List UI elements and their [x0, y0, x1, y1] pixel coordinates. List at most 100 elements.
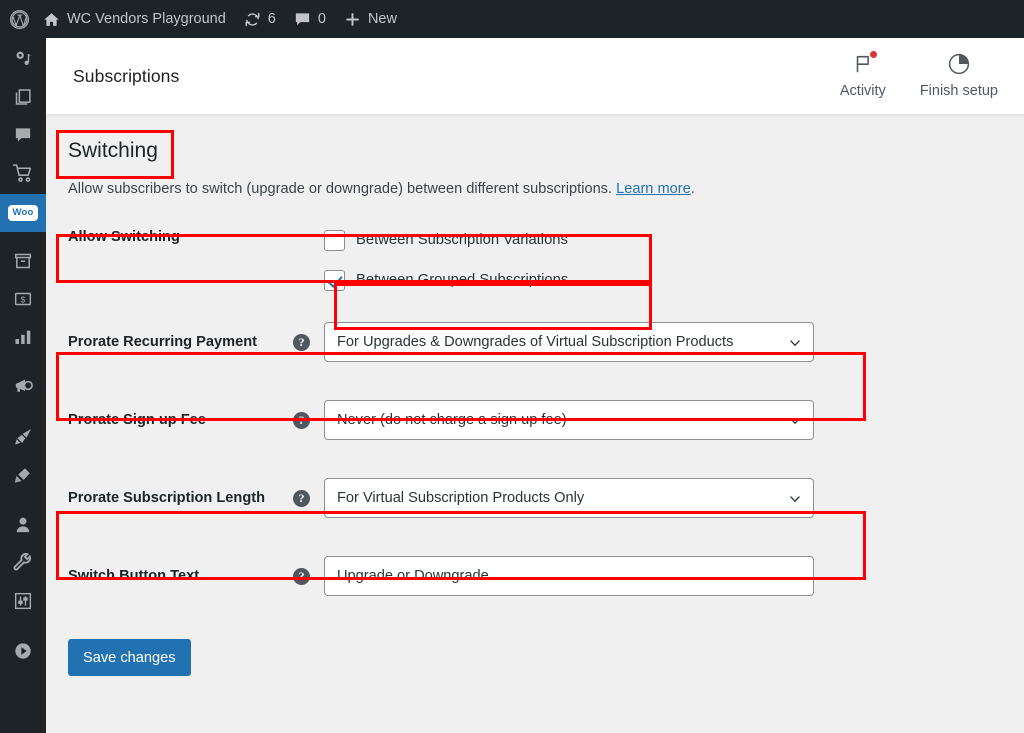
tools-wrench-icon — [13, 552, 33, 578]
help-tip-icon[interactable]: ? — [293, 489, 310, 507]
select-value-prorate-subscription-length: For Virtual Subscription Products Only — [337, 490, 585, 507]
section-description-suffix: . — [690, 181, 695, 198]
sidebar-item-settings[interactable] — [0, 584, 46, 622]
header-actions: Activity Finish setup — [839, 50, 998, 101]
sidebar-item-appearance[interactable] — [0, 420, 46, 458]
select-value-prorate-sign-up-fee: Never (do not charge a sign up fee) — [337, 412, 567, 429]
payments-icon: $ — [13, 289, 33, 314]
save-changes-button[interactable]: Save changes — [68, 639, 191, 677]
wp-admin-bar: WC Vendors Playground 6 0 New — [0, 0, 1024, 38]
field-switch-button-text — [324, 537, 814, 615]
page-title: Subscriptions — [73, 65, 180, 86]
finish-setup-label: Finish setup — [919, 82, 998, 99]
switch-button-text-label: Switch Button Text — [68, 568, 200, 585]
sidebar-separator — [0, 408, 46, 420]
checkbox-between-subscription-variations[interactable] — [324, 229, 345, 251]
label-allow-switching: Allow Switching — [68, 215, 324, 303]
section-description: Allow subscribers to switch (upgrade or … — [68, 179, 1024, 201]
help-tip-icon[interactable]: ? — [293, 333, 310, 351]
appearance-brush-icon — [13, 426, 34, 452]
flag-icon — [852, 50, 877, 76]
finish-setup-button[interactable]: Finish setup — [920, 52, 998, 99]
prorate-sign-up-fee-label: Prorate Sign up Fee — [68, 412, 206, 429]
wp-admin-sidebar: Woo $ — [0, 38, 54, 733]
comments-count: 0 — [317, 11, 326, 27]
row-allow-switching: Allow Switching Between Subscription Var… — [68, 215, 814, 303]
row-prorate-subscription-length: Prorate Subscription Length ? For Virtua… — [68, 459, 814, 537]
select-value-prorate-recurring-payment: For Upgrades & Downgrades of Virtual Sub… — [337, 334, 734, 351]
sidebar-item-analytics[interactable] — [0, 320, 46, 358]
sidebar-item-media[interactable] — [0, 42, 46, 80]
switch-button-text-input[interactable] — [324, 556, 814, 597]
wordpress-logo-icon — [9, 9, 30, 30]
comments-icon — [13, 125, 33, 150]
sidebar-separator — [0, 496, 46, 508]
select-prorate-recurring-payment[interactable]: For Upgrades & Downgrades of Virtual Sub… — [324, 322, 814, 363]
sidebar-separator — [0, 232, 46, 244]
new-content-menu[interactable]: New — [335, 0, 406, 38]
sidebar-item-comments[interactable] — [0, 118, 46, 156]
sidebar-item-woocommerce[interactable] — [0, 156, 46, 194]
field-prorate-sign-up-fee: Never (do not charge a sign up fee) — [324, 381, 814, 459]
home-icon — [43, 11, 60, 28]
products-box-icon — [13, 251, 33, 276]
wordpress-logo-button[interactable] — [0, 0, 34, 38]
sidebar-collapse-button[interactable] — [0, 634, 46, 672]
sidebar-item-tools[interactable] — [0, 546, 46, 584]
prorate-recurring-payment-label: Prorate Recurring Payment — [68, 334, 257, 351]
save-changes-wrapper: Save changes — [68, 639, 1024, 677]
select-prorate-subscription-length[interactable]: For Virtual Subscription Products Only — [324, 478, 814, 519]
sidebar-item-woo[interactable]: Woo — [0, 194, 54, 232]
checkbox-row-grouped-subscriptions[interactable]: Between Grouped Subscriptions — [324, 260, 814, 300]
pages-icon — [13, 87, 33, 112]
woo-logo-icon: Woo — [8, 204, 38, 222]
allow-switching-label: Allow Switching — [68, 229, 180, 246]
settings-panel: Switching Allow subscribers to switch (u… — [46, 114, 1024, 677]
sidebar-separator — [0, 622, 46, 634]
checkbox-label-subscription-variations[interactable]: Between Subscription Variations — [356, 232, 568, 248]
help-tip-icon[interactable]: ? — [293, 411, 310, 429]
chevron-down-icon — [785, 479, 802, 518]
updates-count: 6 — [267, 11, 276, 27]
users-icon — [13, 515, 33, 540]
sidebar-item-marketing[interactable] — [0, 370, 46, 408]
section-title: Switching — [68, 139, 158, 162]
pie-progress-icon — [947, 52, 971, 76]
sidebar-item-pages[interactable] — [0, 80, 46, 118]
new-content-label: New — [367, 11, 397, 27]
sidebar-item-products[interactable] — [0, 244, 46, 282]
comments-menu[interactable]: 0 — [285, 0, 335, 38]
plugins-plug-icon — [13, 464, 34, 490]
checkbox-between-grouped-subscriptions[interactable] — [324, 269, 345, 291]
sidebar-item-plugins[interactable] — [0, 458, 46, 496]
learn-more-link[interactable]: Learn more — [616, 181, 691, 197]
sidebar-separator — [0, 358, 46, 370]
field-prorate-recurring-payment: For Upgrades & Downgrades of Virtual Sub… — [324, 303, 814, 381]
prorate-subscription-length-label: Prorate Subscription Length — [68, 490, 266, 507]
updates-menu[interactable]: 6 — [235, 0, 285, 38]
checkbox-label-grouped-subscriptions[interactable]: Between Grouped Subscriptions — [356, 272, 568, 288]
row-prorate-sign-up-fee: Prorate Sign up Fee ? Never (do not char… — [68, 381, 814, 459]
label-prorate-subscription-length: Prorate Subscription Length ? — [68, 459, 324, 537]
label-prorate-recurring-payment: Prorate Recurring Payment ? — [68, 303, 324, 381]
sidebar-item-payments[interactable]: $ — [0, 282, 46, 320]
label-switch-button-text: Switch Button Text ? — [68, 537, 324, 615]
site-name-label: WC Vendors Playground — [67, 11, 226, 27]
plus-icon — [344, 11, 361, 28]
activity-button[interactable]: Activity — [839, 50, 886, 99]
comment-bubble-icon — [294, 11, 311, 28]
analytics-bars-icon — [13, 327, 33, 352]
field-prorate-subscription-length: For Virtual Subscription Products Only — [324, 459, 814, 537]
page-content: Subscriptions Activity Finish setup Swit… — [46, 38, 1024, 733]
checkbox-row-subscription-variations[interactable]: Between Subscription Variations — [324, 220, 814, 260]
updates-icon — [244, 11, 261, 28]
activity-label: Activity — [839, 82, 886, 99]
sidebar-item-users[interactable] — [0, 508, 46, 546]
svg-text:$: $ — [21, 294, 26, 304]
media-icon — [13, 49, 33, 74]
chevron-down-icon — [785, 401, 802, 440]
help-tip-icon[interactable]: ? — [293, 567, 310, 585]
select-prorate-sign-up-fee[interactable]: Never (do not charge a sign up fee) — [324, 400, 814, 441]
woocommerce-cart-icon — [12, 162, 34, 189]
site-name-menu[interactable]: WC Vendors Playground — [34, 0, 235, 38]
